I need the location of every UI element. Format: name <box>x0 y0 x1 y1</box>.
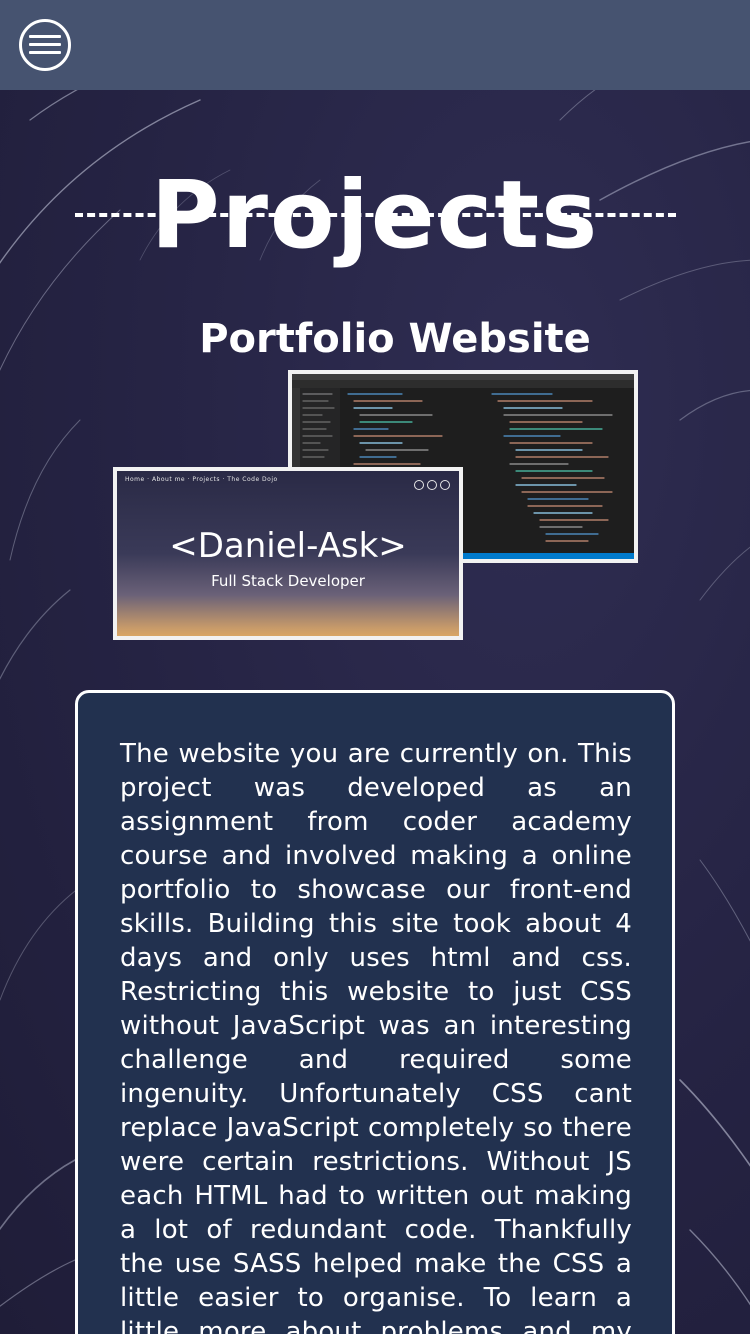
preview-social-icons <box>411 475 451 490</box>
project-description: The website you are currently on. This p… <box>120 739 632 1334</box>
project-screenshot-homepage: Home · About me · Projects · The Code Do… <box>113 467 463 640</box>
menu-line-top <box>29 35 61 38</box>
project-title: Portfolio Website <box>199 316 591 363</box>
top-navigation-bar <box>0 0 750 90</box>
menu-line-middle <box>29 43 61 46</box>
menu-line-bottom <box>29 51 61 54</box>
hamburger-menu-icon[interactable] <box>19 19 71 71</box>
preview-hero-name: <Daniel-Ask> <box>169 526 407 566</box>
preview-nav-text: Home · About me · Projects · The Code Do… <box>125 476 278 483</box>
title-divider <box>75 213 676 217</box>
preview-hero-role: Full Stack Developer <box>211 572 365 590</box>
project-description-card: The website you are currently on. This p… <box>75 690 675 1334</box>
